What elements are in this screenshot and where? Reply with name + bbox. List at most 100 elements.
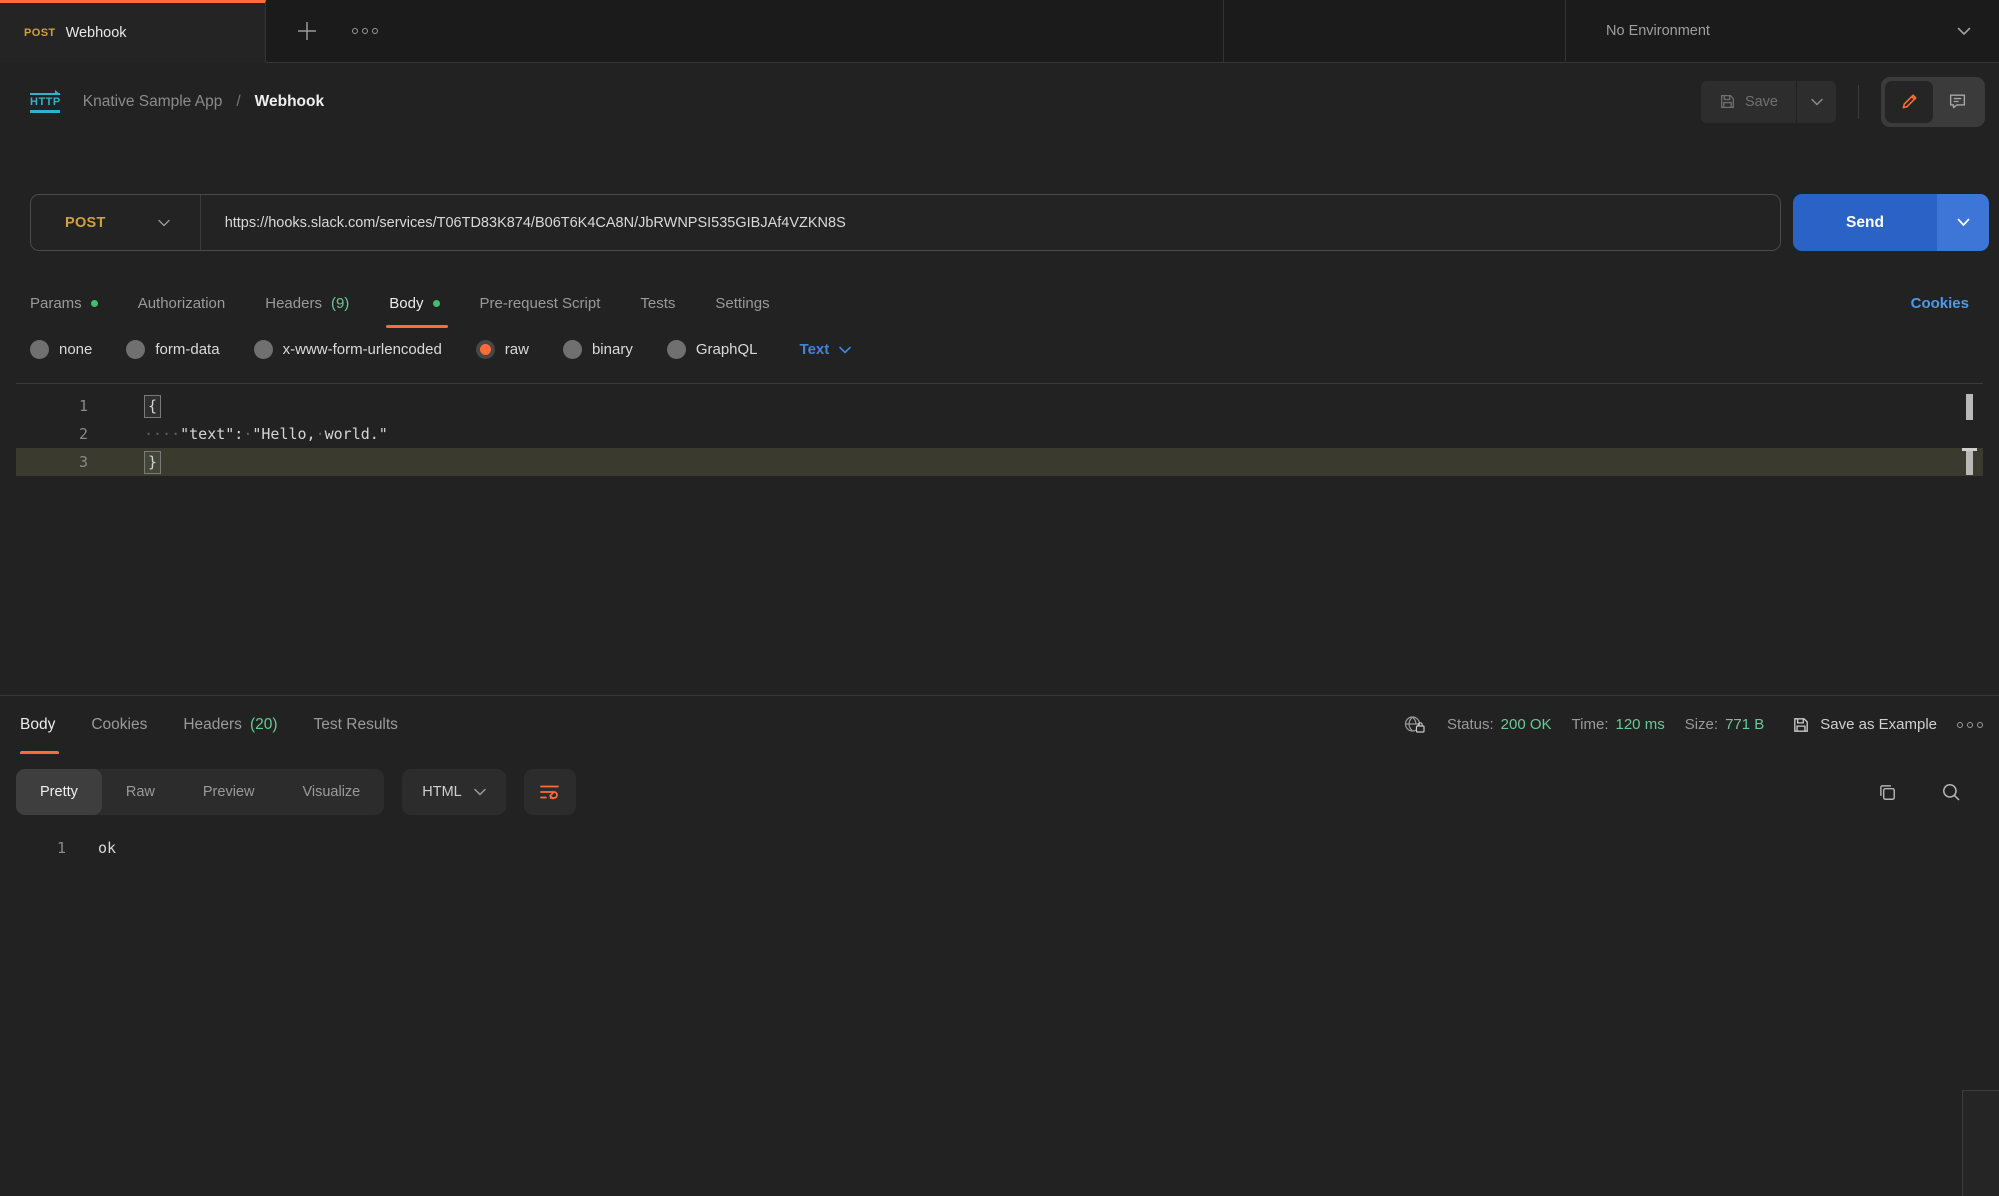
send-button-group: Send [1793,194,1989,251]
method-selector[interactable]: POST [31,215,170,231]
request-tab-webhook[interactable]: POST Webhook [0,0,266,63]
breadcrumb-request-name[interactable]: Webhook [255,93,324,111]
comments-button[interactable] [1933,81,1981,123]
network-globe-lock-icon[interactable] [1403,714,1427,736]
headers-count-badge: (9) [331,295,349,312]
response-format-selector[interactable]: HTML [402,769,505,815]
tab-title: Webhook [66,25,127,41]
radio-none[interactable]: none [30,340,92,359]
documentation-comments-group [1881,77,1985,127]
line-number: 1 [16,397,88,415]
body-type-selector: none form-data x-www-form-urlencoded raw… [30,340,1969,359]
whitespace-dot: · [243,425,252,443]
search-response-button[interactable] [1941,782,1961,802]
raw-format-selector[interactable]: Text [800,341,852,358]
response-format-label: HTML [422,784,461,800]
response-body-viewer[interactable]: 1 ok [0,839,1999,857]
tab-params[interactable]: Params [30,295,98,312]
view-visualize-button[interactable]: Visualize [278,769,384,815]
environment-selector[interactable]: No Environment [1565,0,1999,63]
tab-bar-spacer [1224,0,1565,63]
save-options-button[interactable] [1796,81,1836,123]
new-tab-button[interactable] [296,20,318,42]
breadcrumb-collection[interactable]: Knative Sample App [83,93,223,111]
response-tab-cookies[interactable]: Cookies [91,696,147,754]
radio-graphql-label: GraphQL [696,341,758,358]
overview-ruler-mark [1966,394,1973,420]
tab-body[interactable]: Body [389,295,439,312]
tab-headers[interactable]: Headers (9) [265,295,349,312]
tab-pre-request-label: Pre-request Script [480,295,601,312]
editor-line-1[interactable]: 1 { [16,392,1983,420]
size-label: Size: [1685,716,1718,733]
tab-options-button[interactable] [352,28,378,34]
header-divider [1858,85,1859,119]
radio-form-data[interactable]: form-data [126,340,219,359]
radio-x-www-form-urlencoded[interactable]: x-www-form-urlencoded [254,340,442,359]
tab-authorization[interactable]: Authorization [138,295,226,312]
radio-binary[interactable]: binary [563,340,633,359]
tab-tests-label: Tests [640,295,675,312]
chevron-down-icon [1957,27,1971,36]
response-tab-body[interactable]: Body [20,696,55,754]
time-badge[interactable]: Time: 120 ms [1572,716,1665,733]
params-active-dot [91,300,98,307]
edit-documentation-button[interactable] [1885,81,1933,123]
tab-body-label: Body [389,295,423,312]
response-tab-headers[interactable]: Headers (20) [183,696,277,754]
radio-graphql[interactable]: GraphQL [667,340,758,359]
wrap-lines-button[interactable] [524,769,576,815]
tab-pre-request-script[interactable]: Pre-request Script [480,295,601,312]
overview-ruler-cursor-mark [1962,448,1977,476]
view-pretty-button[interactable]: Pretty [16,769,102,815]
cookies-link[interactable]: Cookies [1911,295,1969,312]
editor-line-2[interactable]: 2 ····"text":·"Hello,·world." [16,420,1983,448]
response-tab-test-results[interactable]: Test Results [314,696,398,754]
request-body-editor[interactable]: 1 { 2 ····"text":·"Hello,·world." 3 } [16,383,1983,695]
response-line-number: 1 [0,839,66,857]
tab-tests[interactable]: Tests [640,295,675,312]
environment-label: No Environment [1606,23,1710,39]
save-as-example-button[interactable]: Save as Example [1792,716,1937,734]
response-tab-headers-label: Headers [183,716,242,734]
radio-binary-label: binary [592,341,633,358]
status-badge[interactable]: Status: 200 OK [1447,716,1552,733]
tab-method-badge: POST [24,27,56,39]
status-value: 200 OK [1501,716,1552,733]
line-number: 3 [16,453,88,471]
view-preview-button[interactable]: Preview [179,769,279,815]
tab-settings-label: Settings [715,295,769,312]
response-tab-cookies-label: Cookies [91,716,147,734]
response-tab-body-label: Body [20,716,55,734]
copy-response-button[interactable] [1877,782,1897,802]
send-button[interactable]: Send [1793,194,1937,251]
comment-icon [1948,92,1967,111]
save-button-label: Save [1745,94,1778,110]
url-input[interactable]: https://hooks.slack.com/services/T06TD83… [225,215,846,231]
radio-circle-icon [667,340,686,359]
size-badge[interactable]: Size: 771 B [1685,716,1765,733]
chevron-down-icon [474,788,486,796]
radio-raw[interactable]: raw [476,340,529,359]
response-options-button[interactable] [1957,722,1983,728]
save-icon [1792,716,1810,734]
view-raw-button[interactable]: Raw [102,769,179,815]
response-view-switcher: Pretty Raw Preview Visualize [16,769,384,815]
open-brace-token: { [144,395,161,418]
radio-circle-icon [254,340,273,359]
tab-authorization-label: Authorization [138,295,226,312]
send-options-button[interactable] [1937,194,1989,251]
json-value-token: "Hello, [252,425,315,443]
radio-raw-label: raw [505,341,529,358]
line-number: 2 [16,425,88,443]
tab-params-label: Params [30,295,82,312]
tab-settings[interactable]: Settings [715,295,769,312]
tab-headers-label: Headers [265,295,322,312]
postman-window: POST Webhook No Environment [0,0,1999,1196]
editor-line-3-active[interactable]: 3 } [16,448,1983,476]
save-button[interactable]: Save [1701,81,1796,123]
radio-circle-icon [30,340,49,359]
request-tabs: Params Authorization Headers (9) Body Pr… [30,295,1969,312]
response-meta: Status: 200 OK Time: 120 ms Size: 771 B … [1403,714,1983,736]
save-icon [1719,93,1736,110]
